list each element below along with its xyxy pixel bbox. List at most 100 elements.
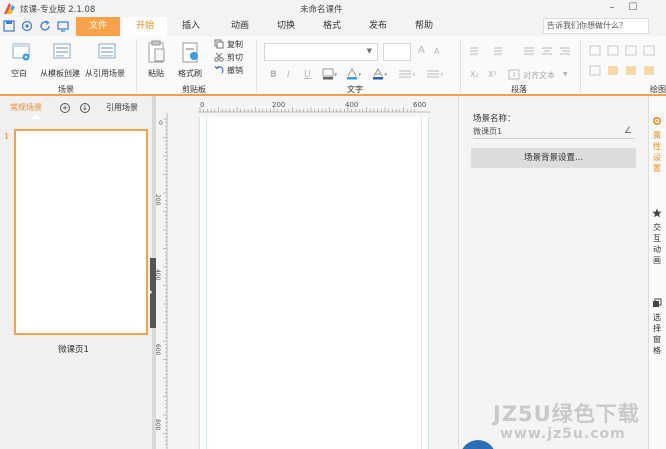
bold-button[interactable]: B	[270, 70, 277, 80]
tab-properties[interactable]: 属性设置	[651, 130, 663, 174]
watermark-text: JZ5U绿色下载	[493, 402, 640, 426]
watermark-url: www.jz5u.com	[500, 426, 626, 442]
tab-interaction-animation[interactable]: 交互动画	[651, 222, 663, 266]
template-create-button[interactable]: 从模板创建	[40, 68, 80, 79]
edit-icon[interactable]: ∠	[624, 126, 632, 136]
ruler-label: 400	[345, 101, 358, 109]
cut-icon	[214, 52, 224, 62]
paragraph-row-1-icon[interactable]	[468, 46, 578, 56]
text-group-label: 文字	[347, 85, 363, 94]
ruler-label: 0	[200, 101, 204, 109]
template-scene-icon[interactable]	[52, 42, 72, 62]
align-text-button[interactable]: 对齐文本	[523, 70, 555, 81]
maximize-button[interactable]: ☐	[623, 0, 643, 17]
fill-color-icon[interactable]: ▾	[322, 68, 338, 80]
format-painter-icon[interactable]	[180, 40, 200, 64]
tab-regular-scenes[interactable]: 常规场景	[10, 102, 42, 113]
scene-panel: 常规场景 + ↓ 引用场景 1 微课页1	[0, 96, 152, 449]
tab-reference-scenes[interactable]: 引用场景	[106, 102, 138, 113]
scene-name-label: 场景名称：	[473, 114, 516, 124]
menu-bar: 文件 开始 插入 动画 切换 格式 发布 帮助 告诉我们你想做什么？	[0, 17, 666, 36]
ruler-label: 200	[156, 194, 161, 206]
menu-help[interactable]: 帮助	[404, 17, 444, 36]
ribbon: 空白 从模板创建 从引用场景 场景 粘贴 格式刷 复制 剪切 撤销 剪贴板 ▼ …	[0, 36, 666, 96]
blank-scene-button[interactable]: 空白	[11, 68, 27, 79]
group-separator	[580, 40, 581, 92]
font-color-icon[interactable]: ▾	[372, 68, 388, 80]
slide-number: 1	[4, 132, 10, 141]
ruler-label: 600	[413, 101, 426, 109]
cut-button[interactable]: 剪切	[227, 52, 243, 63]
text-direction-icon[interactable]	[508, 69, 520, 80]
gear-icon	[652, 116, 662, 126]
chevron-down-icon: ▼	[563, 71, 568, 78]
svg-text:▾: ▾	[441, 72, 444, 78]
ruler-label: 800	[156, 419, 161, 431]
tab-selection-pane[interactable]: 选择窗格	[651, 312, 663, 356]
blank-scene-icon[interactable]	[11, 42, 31, 62]
menu-transition[interactable]: 切换	[266, 17, 306, 36]
slide-name: 微课页1	[58, 345, 89, 355]
ruler-label: 200	[272, 101, 285, 109]
font-family-select[interactable]: ▼	[264, 43, 378, 61]
list-style-icon[interactable]: ▾	[426, 69, 446, 79]
save-icon[interactable]	[3, 20, 15, 32]
font-size-decrease-button[interactable]: A	[434, 47, 439, 56]
format-painter-button[interactable]: 格式刷	[178, 68, 202, 79]
scene-group-label: 场景	[58, 85, 74, 94]
reference-scene-button[interactable]: 从引用场景	[85, 68, 125, 79]
copy-button[interactable]: 复制	[227, 39, 243, 50]
menu-publish[interactable]: 发布	[358, 17, 398, 36]
menu-file[interactable]: 文件	[76, 17, 120, 36]
scene-background-button[interactable]: 场景背景设置...	[471, 148, 636, 168]
screen-icon[interactable]	[57, 20, 69, 32]
move-down-button[interactable]: ↓	[80, 103, 90, 113]
paste-icon[interactable]	[146, 40, 166, 64]
menu-format[interactable]: 格式	[312, 17, 352, 36]
underline-button[interactable]: U	[304, 70, 311, 80]
reference-scene-icon[interactable]	[97, 42, 117, 62]
ruler-label: 400	[156, 269, 161, 281]
active-tab-pointer-icon	[31, 114, 41, 119]
subscript-icon[interactable]: X₂	[470, 70, 479, 79]
svg-text:▾: ▾	[385, 72, 388, 78]
refresh-icon[interactable]	[39, 20, 51, 32]
font-size-input[interactable]	[383, 43, 411, 61]
app-logo-icon	[4, 3, 15, 14]
undo-button[interactable]: 撤销	[227, 65, 243, 76]
highlight-color-icon[interactable]: ▾	[346, 68, 362, 80]
slide-canvas[interactable]	[199, 117, 429, 449]
superscript-icon[interactable]: X²	[488, 70, 497, 79]
margin-guide	[206, 117, 207, 449]
title-bar: 炫课-专业版 2.1.08 未命名课件 – ☐	[0, 0, 666, 17]
drawing-tools-icon[interactable]	[588, 44, 666, 78]
collapse-arrow-icon: ◂	[148, 288, 152, 296]
clipboard-group-label: 剪贴板	[182, 85, 206, 94]
horizontal-ruler: 0 200 400 600	[198, 99, 430, 113]
help-search-input[interactable]: 告诉我们你想做什么？	[543, 18, 649, 34]
menu-insert[interactable]: 插入	[171, 17, 211, 36]
layers-icon	[653, 298, 662, 307]
font-size-increase-button[interactable]: A	[418, 45, 425, 56]
vertical-ruler: 0 200 400 600 800	[156, 113, 168, 449]
preview-icon[interactable]	[21, 20, 33, 32]
minimize-button[interactable]: –	[602, 0, 622, 17]
menu-home[interactable]: 开始	[123, 17, 167, 36]
line-spacing-icon[interactable]: ▾	[398, 69, 418, 79]
group-separator	[136, 40, 137, 92]
slide-thumbnail[interactable]	[14, 129, 148, 335]
app-title: 炫课-专业版 2.1.08	[20, 5, 96, 15]
add-scene-button[interactable]: +	[60, 103, 70, 113]
drawing-group-label: 绘图	[650, 85, 666, 94]
margin-guide	[421, 117, 422, 449]
svg-text:▾: ▾	[335, 72, 338, 78]
document-title: 未命名课件	[300, 5, 343, 15]
paste-button[interactable]: 粘贴	[148, 68, 164, 79]
ruler-label: 0	[159, 120, 163, 127]
menu-animation[interactable]: 动画	[220, 17, 260, 36]
scene-name-field[interactable]: 微课页1	[473, 126, 635, 139]
group-separator	[460, 40, 461, 92]
italic-button[interactable]: I	[287, 70, 290, 80]
svg-text:▾: ▾	[413, 72, 416, 78]
paragraph-group-label: 段落	[511, 85, 527, 94]
